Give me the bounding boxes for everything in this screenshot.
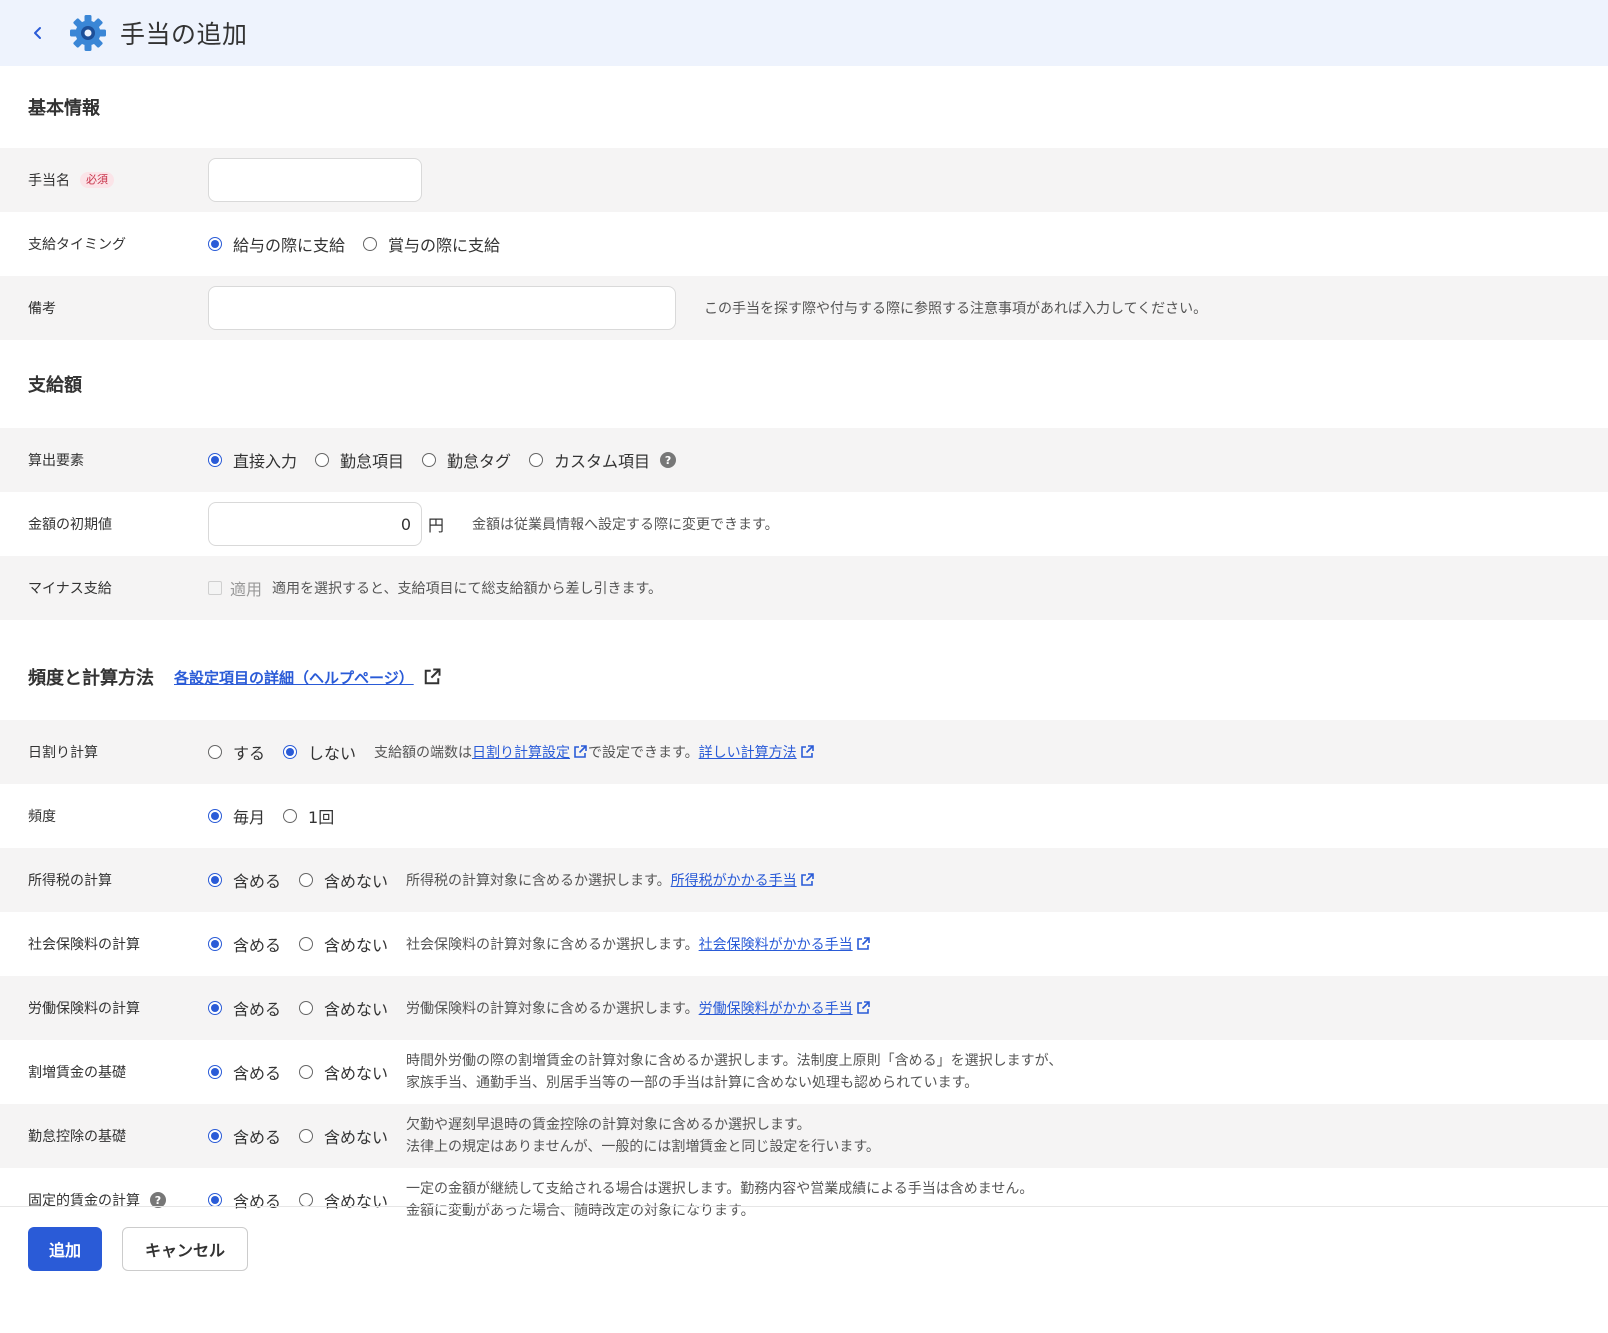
income-tax-link[interactable]: 所得税がかかる手当 [671, 873, 797, 889]
radio-overtime-include[interactable]: 含める [208, 1060, 281, 1084]
row-payment-timing: 支給タイミング 給与の際に支給 賞与の際に支給 [0, 212, 1608, 276]
radio-calc-custom[interactable]: カスタム項目 [529, 448, 650, 472]
radio-deduction-exclude[interactable]: 含めない [299, 1124, 388, 1148]
overtime-base-label: 割増賃金の基礎 [28, 1065, 126, 1081]
note-hint: この手当を探す際や付与する際に参照する注意事項があれば入力してください。 [704, 301, 1208, 317]
required-badge: 必須 [80, 172, 114, 188]
daily-calc-label: 日割り計算 [28, 745, 98, 761]
radio-calc-direct[interactable]: 直接入力 [208, 448, 297, 472]
radio-freq-once[interactable]: 1回 [283, 804, 334, 828]
form-footer: 追加 キャンセル [0, 1206, 1608, 1333]
external-link-icon [856, 1001, 870, 1014]
row-overtime-base: 割増賃金の基礎 含める 含めない 時間外労働の際の割増賃金の計算対象に含めるか選… [0, 1040, 1608, 1104]
default-amount-hint: 金額は従業員情報へ設定する際に変更できます。 [472, 517, 779, 533]
radio-timing-salary[interactable]: 給与の際に支給 [208, 232, 345, 256]
radio-social-exclude[interactable]: 含めない [299, 932, 388, 956]
row-note: 備考 この手当を探す際や付与する際に参照する注意事項があれば入力してください。 [0, 276, 1608, 340]
calc-method-link[interactable]: 詳しい計算方法 [699, 745, 797, 761]
row-social-insurance: 社会保険料の計算 含める 含めない 社会保険料の計算対象に含めるか選択します。社… [0, 912, 1608, 976]
minus-payment-hint: 適用を選択すると、支給項目にて総支給額から差し引きます。 [272, 581, 663, 597]
allowance-name-input[interactable] [208, 158, 422, 202]
external-link-icon [856, 937, 870, 950]
income-tax-hint: 所得税の計算対象に含めるか選択します。所得税がかかる手当 [406, 870, 815, 890]
row-minus-payment: マイナス支給 適用 適用を選択すると、支給項目にて総支給額から差し引きます。 [0, 556, 1608, 620]
minus-payment-checkbox[interactable] [208, 581, 222, 595]
row-daily-calc: 日割り計算 する しない 支給額の端数は日割り計算設定 で設定できます。詳しい計算… [0, 720, 1608, 784]
chevron-left-icon [34, 27, 41, 39]
note-input[interactable] [208, 286, 676, 330]
labor-insurance-link[interactable]: 労働保険料がかかる手当 [699, 1001, 853, 1017]
daily-calc-settings-link[interactable]: 日割り計算設定 [472, 745, 570, 761]
deduction-base-label: 勤怠控除の基礎 [28, 1129, 126, 1145]
radio-timing-bonus[interactable]: 賞与の際に支給 [363, 232, 500, 256]
payment-timing-label: 支給タイミング [28, 237, 126, 253]
radio-daily-no[interactable]: しない [283, 740, 356, 764]
page-header: 手当の追加 [0, 0, 1608, 66]
external-link-icon [800, 873, 814, 886]
row-default-amount: 金額の初期値 0 円 金額は従業員情報へ設定する際に変更できます。 [0, 492, 1608, 556]
minus-payment-label: マイナス支給 [28, 581, 112, 597]
social-insurance-link[interactable]: 社会保険料がかかる手当 [699, 937, 853, 953]
row-labor-insurance: 労働保険料の計算 含める 含めない 労働保険料の計算対象に含めるか選択します。労… [0, 976, 1608, 1040]
page-title: 手当の追加 [120, 20, 248, 49]
section-title-basic: 基本情報 [28, 98, 100, 119]
section-title-frequency: 頻度と計算方法 各設定項目の詳細（ヘルプページ） [0, 620, 1608, 720]
default-amount-label: 金額の初期値 [28, 517, 112, 533]
row-allowance-name: 手当名 必須 [0, 148, 1608, 212]
row-calc-element: 算出要素 直接入力 勤怠項目 勤怠タグ カスタム項目 ? [0, 428, 1608, 492]
external-link-icon [800, 745, 814, 758]
overtime-hint: 時間外労働の際の割増賃金の計算対象に含めるか選択します。法制度上原則「含める」を… [406, 1053, 1063, 1091]
yen-unit: 円 [428, 516, 445, 535]
radio-overtime-exclude[interactable]: 含めない [299, 1060, 388, 1084]
note-label: 備考 [28, 301, 56, 317]
deduction-hint: 欠勤や遅刻早退時の賃金控除の計算対象に含めるか選択します。 法律上の規定はありま… [406, 1117, 880, 1155]
social-insurance-label: 社会保険料の計算 [28, 937, 140, 953]
gear-icon [70, 15, 106, 51]
frequency-section-heading: 頻度と計算方法 [28, 668, 154, 689]
minus-payment-checkbox-label: 適用 [230, 580, 263, 599]
default-amount-input[interactable]: 0 [208, 502, 422, 546]
row-deduction-base: 勤怠控除の基礎 含める 含めない 欠勤や遅刻早退時の賃金控除の計算対象に含めるか… [0, 1104, 1608, 1168]
external-link-icon [424, 668, 441, 685]
calc-element-label: 算出要素 [28, 453, 84, 469]
radio-daily-yes[interactable]: する [208, 740, 265, 764]
radio-income-tax-include[interactable]: 含める [208, 868, 281, 892]
add-button[interactable]: 追加 [28, 1227, 102, 1271]
radio-deduction-include[interactable]: 含める [208, 1124, 281, 1148]
help-page-link[interactable]: 各設定項目の詳細（ヘルプページ） [174, 667, 442, 688]
radio-labor-include[interactable]: 含める [208, 996, 281, 1020]
radio-freq-monthly[interactable]: 毎月 [208, 804, 265, 828]
cancel-button[interactable]: キャンセル [122, 1227, 248, 1271]
question-circle-icon[interactable]: ? [660, 452, 677, 468]
radio-income-tax-exclude[interactable]: 含めない [299, 868, 388, 892]
labor-insurance-hint: 労働保険料の計算対象に含めるか選択します。労働保険料がかかる手当 [406, 998, 871, 1018]
labor-insurance-label: 労働保険料の計算 [28, 1001, 140, 1017]
social-insurance-hint: 社会保険料の計算対象に含めるか選択します。社会保険料がかかる手当 [406, 934, 871, 954]
section-title-amount: 支給額 [28, 375, 82, 396]
row-income-tax: 所得税の計算 含める 含めない 所得税の計算対象に含めるか選択します。所得税がか… [0, 848, 1608, 912]
external-link-icon [574, 745, 587, 758]
back-button[interactable] [28, 21, 48, 45]
allowance-name-label: 手当名 [28, 173, 70, 189]
income-tax-label: 所得税の計算 [28, 873, 112, 889]
row-frequency: 頻度 毎月 1回 [0, 784, 1608, 848]
radio-labor-exclude[interactable]: 含めない [299, 996, 388, 1020]
frequency-label: 頻度 [28, 809, 56, 825]
radio-calc-attendance-tag[interactable]: 勤怠タグ [422, 448, 511, 472]
radio-social-include[interactable]: 含める [208, 932, 281, 956]
radio-calc-attendance-item[interactable]: 勤怠項目 [315, 448, 404, 472]
daily-calc-hint: 支給額の端数は日割り計算設定 で設定できます。詳しい計算方法 [374, 742, 815, 762]
